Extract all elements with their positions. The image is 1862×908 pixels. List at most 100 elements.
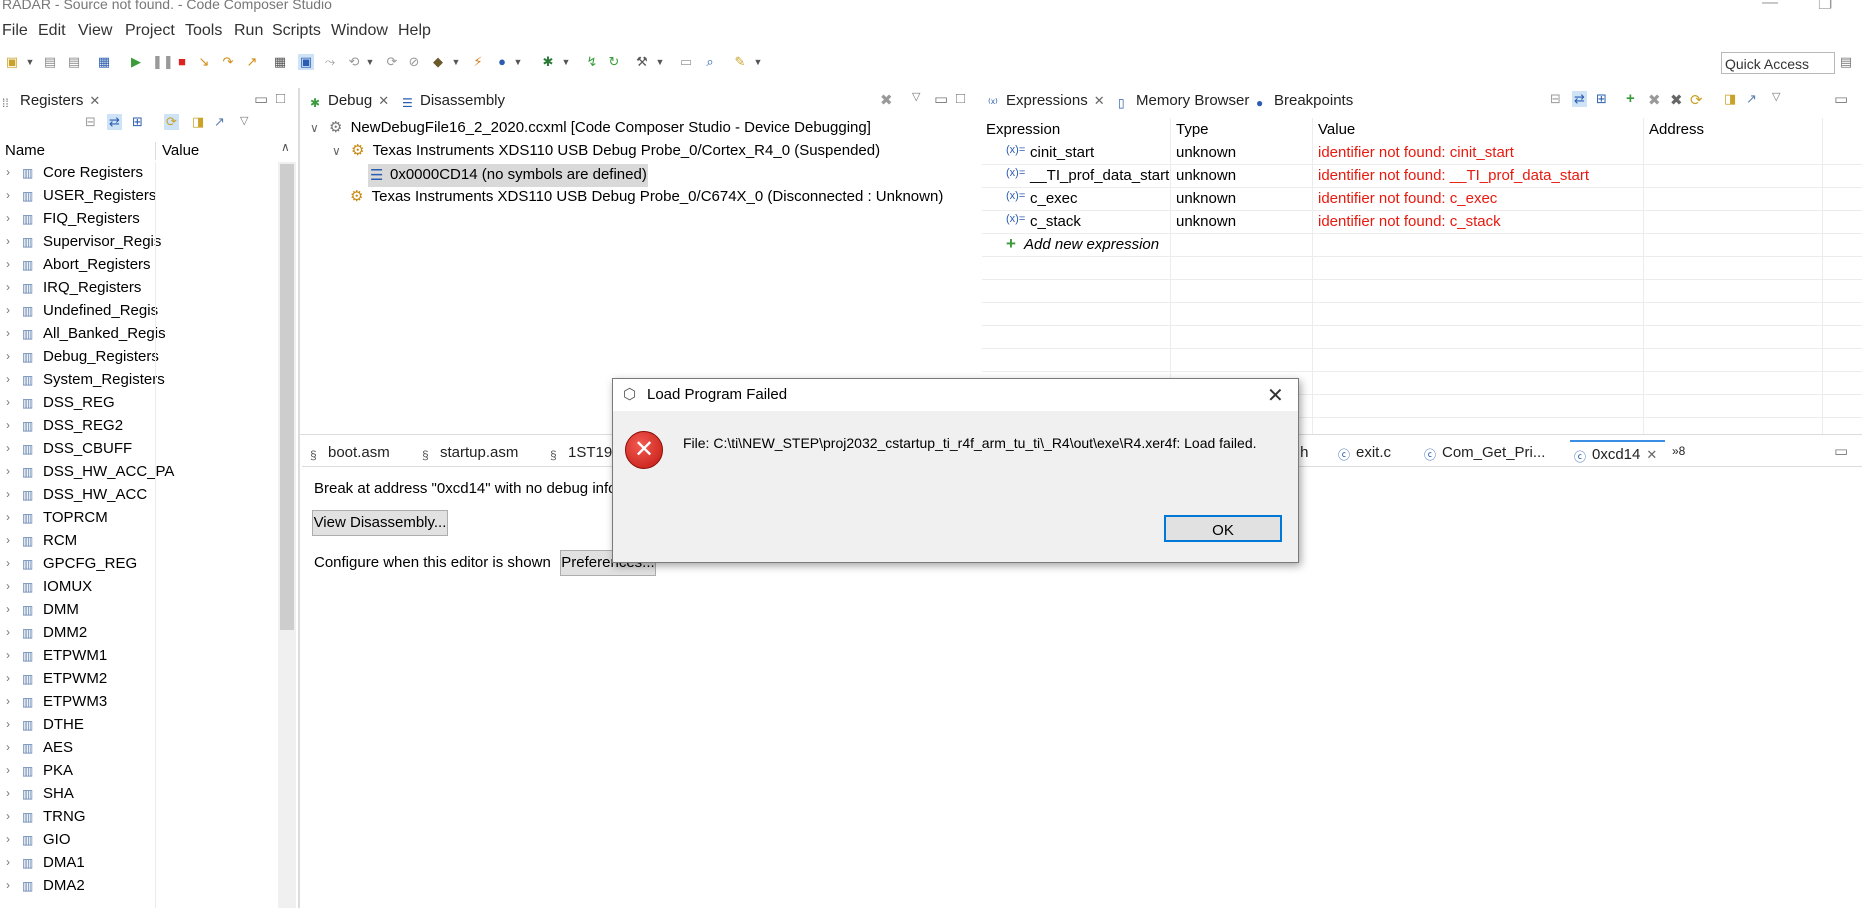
perspective-icon[interactable]: ▤ bbox=[1838, 54, 1854, 70]
tab-breakpoints[interactable]: ● Breakpoints bbox=[1256, 92, 1353, 110]
link-icon[interactable]: ⇄ bbox=[107, 114, 122, 130]
tab-startup-asm[interactable]: § startup.asm bbox=[422, 444, 518, 462]
tab-debug[interactable]: ✱ Debug ✕ bbox=[310, 92, 389, 110]
register-group-row[interactable]: › ▥ GPCFG_REG bbox=[0, 553, 160, 576]
register-group-row[interactable]: › ▥ AES bbox=[0, 737, 160, 760]
register-group-row[interactable]: › ▥ SHA bbox=[0, 783, 160, 806]
suspend-icon[interactable]: ❚❚ bbox=[152, 54, 174, 70]
chevron-right-icon[interactable]: › bbox=[6, 832, 10, 846]
debug-tree-frame[interactable]: ☰ 0x0000CD14 (no symbols are defined) bbox=[368, 164, 648, 187]
register-group-row[interactable]: › ▥ GIO bbox=[0, 829, 160, 852]
view-disassembly-button[interactable]: View Disassembly... bbox=[312, 510, 448, 536]
chevron-right-icon[interactable]: › bbox=[6, 763, 10, 777]
export-icon[interactable]: ↗ bbox=[1746, 91, 1757, 107]
reset-icon[interactable]: ⟲ bbox=[346, 54, 362, 70]
build-icon[interactable]: ⚒ bbox=[634, 54, 650, 70]
minimize-icon[interactable]: ▭ bbox=[1834, 90, 1848, 108]
load-dropdown-icon[interactable]: ▼ bbox=[448, 54, 464, 70]
save-icon[interactable]: ▤ bbox=[42, 54, 58, 70]
chevron-right-icon[interactable]: › bbox=[6, 533, 10, 547]
tab-com-get-pri[interactable]: ⓒ Com_Get_Pri... bbox=[1424, 444, 1545, 462]
tab-1st190[interactable]: § 1ST190 bbox=[550, 444, 621, 462]
ok-button[interactable]: OK bbox=[1164, 515, 1282, 542]
chevron-right-icon[interactable]: › bbox=[6, 464, 10, 478]
menu-run[interactable]: Run bbox=[234, 22, 263, 40]
maximize-icon[interactable]: □ bbox=[956, 90, 965, 107]
tab-expressions[interactable]: ⁽ˣ⁾ Expressions ✕ bbox=[988, 92, 1105, 110]
tab-overflow[interactable]: »8 bbox=[1672, 444, 1685, 458]
tab-disassembly[interactable]: ☰ Disassembly bbox=[402, 92, 505, 110]
chevron-right-icon[interactable]: › bbox=[6, 510, 10, 524]
menu-project[interactable]: Project bbox=[125, 22, 175, 40]
export-icon[interactable]: ↗ bbox=[214, 114, 225, 130]
restart-icon[interactable]: ⟳ bbox=[384, 54, 400, 70]
view-menu-icon[interactable]: ▽ bbox=[1772, 90, 1780, 103]
close-icon[interactable]: ✕ bbox=[1267, 383, 1284, 408]
chevron-right-icon[interactable]: › bbox=[6, 579, 10, 593]
profile-icon[interactable]: ● bbox=[494, 54, 510, 70]
registers-scrollbar[interactable] bbox=[278, 162, 296, 908]
chevron-right-icon[interactable]: › bbox=[6, 556, 10, 570]
chevron-right-icon[interactable]: › bbox=[6, 257, 10, 271]
build-dropdown-icon[interactable]: ▼ bbox=[652, 54, 668, 70]
dropdown-icon[interactable]: ▼ bbox=[22, 54, 38, 70]
chevron-right-icon[interactable]: › bbox=[6, 602, 10, 616]
register-group-row[interactable]: › ▥ All_Banked_Regis bbox=[0, 323, 166, 346]
chevron-right-icon[interactable]: › bbox=[6, 211, 10, 225]
reset-dropdown-icon[interactable]: ▼ bbox=[362, 54, 378, 70]
step-into-icon[interactable]: ↘ bbox=[196, 54, 212, 70]
quick-access-input[interactable]: Quick Access bbox=[1721, 52, 1835, 74]
register-group-row[interactable]: › ▥ Abort_Registers bbox=[0, 254, 160, 277]
chevron-right-icon[interactable]: › bbox=[6, 717, 10, 731]
debug-tree-core2[interactable]: ⚙ Texas Instruments XDS110 USB Debug Pro… bbox=[350, 187, 943, 205]
scrollbar-thumb[interactable] bbox=[280, 164, 294, 630]
minimize-icon[interactable]: — bbox=[1762, 0, 1778, 12]
assembly-step-icon[interactable]: ⤳ bbox=[322, 54, 338, 70]
close-icon[interactable]: ✕ bbox=[378, 93, 389, 108]
register-group-row[interactable]: › ▥ DSS_REG2 bbox=[0, 415, 160, 438]
chevron-right-icon[interactable]: › bbox=[6, 303, 10, 317]
register-group-row[interactable]: › ▥ ETPWM3 bbox=[0, 691, 160, 714]
chevron-right-icon[interactable]: › bbox=[6, 809, 10, 823]
chevron-right-icon[interactable]: › bbox=[6, 234, 10, 248]
register-group-row[interactable]: › ▥ IOMUX bbox=[0, 576, 160, 599]
run-icon[interactable]: ↯ bbox=[584, 54, 600, 70]
register-group-row[interactable]: › ▥ FIQ_Registers bbox=[0, 208, 160, 231]
debug-view-icon[interactable]: ▦ bbox=[96, 54, 112, 70]
menu-edit[interactable]: Edit bbox=[38, 22, 66, 40]
tab-0xcd14[interactable]: ⓒ 0xcd14 ✕ bbox=[1570, 440, 1666, 472]
menu-scripts[interactable]: Scripts bbox=[272, 22, 321, 40]
collapse-icon[interactable]: ⊟ bbox=[1550, 91, 1561, 107]
close-icon[interactable]: ✕ bbox=[1094, 93, 1105, 108]
run-last-icon[interactable]: ↻ bbox=[606, 54, 622, 70]
profile-dropdown-icon[interactable]: ▼ bbox=[510, 54, 526, 70]
chevron-right-icon[interactable]: › bbox=[6, 326, 10, 340]
menu-file[interactable]: File bbox=[2, 22, 28, 40]
remove-icon[interactable]: ✖ bbox=[1648, 91, 1661, 109]
tab-registers[interactable]: ⁞⁞ Registers ✕ bbox=[2, 92, 100, 110]
save-all-icon[interactable]: ▤ bbox=[66, 54, 82, 70]
add-icon[interactable]: + bbox=[1626, 90, 1635, 107]
register-group-row[interactable]: › ▥ Debug_Registers bbox=[0, 346, 160, 369]
minimize-icon[interactable]: ▭ bbox=[1834, 442, 1848, 460]
chevron-right-icon[interactable]: › bbox=[6, 878, 10, 892]
close-icon[interactable]: ✕ bbox=[89, 93, 100, 108]
debug-icon[interactable]: ✱ bbox=[540, 54, 556, 70]
register-group-row[interactable]: › ▥ DSS_CBUFF bbox=[0, 438, 160, 461]
register-group-row[interactable]: › ▥ DSS_REG bbox=[0, 392, 160, 415]
chevron-right-icon[interactable]: › bbox=[6, 188, 10, 202]
register-group-row[interactable]: › ▥ PKA bbox=[0, 760, 160, 783]
chevron-right-icon[interactable]: › bbox=[6, 740, 10, 754]
minimize-icon[interactable]: ▭ bbox=[254, 90, 268, 108]
register-group-row[interactable]: › ▥ DMM2 bbox=[0, 622, 160, 645]
chevron-down-icon[interactable]: ∨ bbox=[310, 121, 319, 135]
search-icon[interactable]: ⌕ bbox=[702, 54, 718, 70]
add-expression-row[interactable]: + Add new expression bbox=[982, 234, 1862, 257]
link-icon[interactable]: ⇄ bbox=[1572, 91, 1587, 107]
refresh-icon[interactable]: ⟳ bbox=[1690, 91, 1703, 109]
register-group-row[interactable]: › ▥ ETPWM2 bbox=[0, 668, 160, 691]
maximize-icon[interactable]: □ bbox=[276, 90, 285, 107]
connect-icon[interactable]: ▣ bbox=[298, 54, 314, 70]
close-icon[interactable]: ✕ bbox=[1646, 447, 1657, 462]
menu-view[interactable]: View bbox=[78, 22, 112, 40]
